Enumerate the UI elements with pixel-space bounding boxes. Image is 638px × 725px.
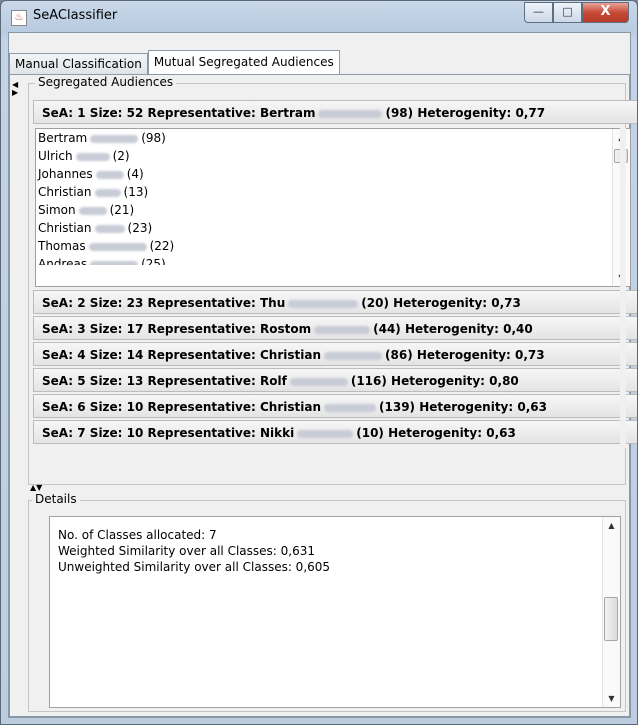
caption-buttons: — □ X (524, 2, 629, 23)
blurred-name (95, 170, 124, 179)
java-app-icon: ♨ (11, 10, 27, 26)
list-item[interactable]: Andreas (25) (36, 255, 630, 265)
segregated-audiences-group: Segregated Audiences SeA: 1 Size: 52 Rep… (28, 75, 637, 485)
list-item[interactable]: Bertram (98) (36, 129, 630, 147)
sea-group-label: SeA: 1 Size: 52 Representative: Bertram (42, 106, 316, 120)
blurred-name (324, 403, 377, 412)
blurred-name (314, 325, 371, 334)
sea-group-header[interactable]: SeA: 4 Size: 14 Representative: Christia… (33, 342, 637, 366)
sea-group-header[interactable]: SeA: 7 Size: 10 Representative: Nikki (10… (33, 420, 637, 444)
list-item[interactable]: Thomas (22) (36, 237, 630, 255)
tab-strip: Manual Classification Mutual Segregated … (9, 50, 340, 75)
app-window: ♨ SeAClassifier — □ X Manual Classificat… (0, 0, 638, 725)
blurred-name (297, 429, 354, 438)
close-button[interactable]: X (582, 2, 629, 23)
details-legend: Details (32, 492, 80, 506)
details-scrollbar[interactable]: ▲ ▼ (602, 517, 620, 707)
blurred-name (289, 377, 348, 386)
blurred-name (88, 242, 147, 251)
blurred-name (90, 260, 139, 265)
blurred-name (318, 109, 383, 118)
scroll-thumb[interactable] (604, 597, 618, 641)
sea-group-suffix: (98) Heterogenity: 0,77 (385, 106, 546, 120)
list-item[interactable]: Ulrich (2) (36, 147, 630, 165)
tab-manual-classification[interactable]: Manual Classification (9, 53, 148, 74)
sea-group-header[interactable]: SeA: 3 Size: 17 Representative: Rostom (4… (33, 316, 637, 340)
sea-group-header[interactable]: SeA: 5 Size: 13 Representative: Rolf (116… (33, 368, 637, 392)
tab-mutual-segregated-audiences[interactable]: Mutual Segregated Audiences (147, 50, 340, 75)
blurred-name (288, 299, 359, 308)
splitter-collapse-arrows[interactable]: ◀ ▶ (12, 81, 18, 97)
segregated-audiences-legend: Segregated Audiences (35, 75, 177, 89)
blurred-name (90, 134, 139, 143)
blurred-name (94, 188, 121, 197)
blurred-name (75, 152, 110, 161)
maximize-button[interactable]: □ (553, 2, 582, 23)
tab-panel: ◀ ▶ Segregated Audiences SeA: 1 Size: 52 … (9, 74, 637, 717)
outer-scrollbar[interactable] (620, 128, 626, 448)
list-item[interactable]: Johannes (4) (36, 165, 630, 183)
details-line-classes: No. of Classes allocated: 7 (58, 528, 217, 542)
client-area: Manual Classification Mutual Segregated … (8, 32, 637, 718)
divider-arrows[interactable]: ▲▼ (30, 484, 42, 492)
list-item[interactable]: Simon (21) (36, 201, 630, 219)
sea-group-header[interactable]: SeA: 2 Size: 23 Representative: Thu (20) … (33, 290, 637, 314)
details-line-weighted: Weighted Similarity over all Classes: 0,… (58, 544, 315, 558)
list-item[interactable]: Christian (13) (36, 183, 630, 201)
members-list[interactable]: Bertram (98) Ulrich (2) Johannes (4) Christ… (35, 128, 631, 287)
blurred-name (324, 351, 383, 360)
scroll-up-icon[interactable]: ▲ (603, 517, 620, 534)
list-item[interactable]: Christian (23) (36, 219, 630, 237)
details-line-unweighted: Unweighted Similarity over all Classes: … (58, 560, 331, 574)
minimize-button[interactable]: — (524, 2, 553, 23)
blurred-name (94, 224, 125, 233)
window-title: SeAClassifier (33, 8, 118, 23)
details-group: Details No. of Classes allocated: 7 Weig… (28, 492, 626, 712)
sea-group-header[interactable]: SeA: 6 Size: 10 Representative: Christia… (33, 394, 637, 418)
sea-group-header[interactable]: SeA: 1 Size: 52 Representative: Bertram (… (33, 100, 637, 124)
blurred-name (78, 206, 107, 215)
title-bar[interactable]: ♨ SeAClassifier — □ X (1, 1, 637, 33)
scroll-down-icon[interactable]: ▼ (603, 690, 620, 707)
details-text-area[interactable]: No. of Classes allocated: 7 Weighted Sim… (49, 516, 621, 708)
